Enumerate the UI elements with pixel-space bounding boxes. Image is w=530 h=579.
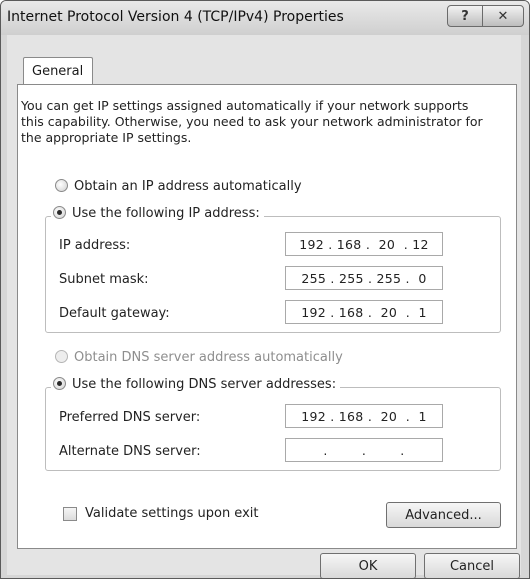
preferred-dns-input[interactable]: 192 . 168 . 20 . 1 — [285, 404, 443, 428]
advanced-button[interactable]: Advanced... — [386, 502, 501, 528]
cancel-button[interactable]: Cancel — [424, 553, 520, 578]
subnet-mask-input[interactable]: 255 . 255 . 255 . 0 — [285, 266, 443, 290]
obtain-dns-auto-radio[interactable] — [55, 350, 68, 363]
default-gateway-input[interactable]: 192 . 168 . 20 . 1 — [285, 300, 443, 324]
use-dns-manual-radio[interactable] — [53, 377, 66, 390]
alternate-dns-label: Alternate DNS server: — [59, 444, 201, 459]
validate-label: Validate settings upon exit — [85, 506, 259, 521]
use-dns-manual-label: Use the following DNS server addresses: — [72, 377, 337, 392]
obtain-ip-auto-label: Obtain an IP address automatically — [74, 179, 302, 194]
ok-button[interactable]: OK — [320, 553, 416, 578]
intro-text: You can get IP settings assigned automat… — [21, 98, 483, 145]
use-ip-manual-label: Use the following IP address: — [72, 206, 260, 221]
ipv4-properties-dialog: Internet Protocol Version 4 (TCP/IPv4) P… — [0, 0, 530, 579]
use-dns-manual-option[interactable]: Use the following DNS server addresses: — [51, 377, 341, 392]
close-button[interactable]: ✕ — [482, 5, 524, 27]
close-icon: ✕ — [497, 8, 509, 24]
help-button[interactable]: ? — [447, 5, 483, 27]
default-gateway-label: Default gateway: — [59, 306, 170, 321]
use-ip-manual-radio[interactable] — [53, 206, 66, 219]
preferred-dns-label: Preferred DNS server: — [59, 410, 201, 425]
use-ip-manual-option[interactable]: Use the following IP address: — [51, 206, 264, 221]
ip-address-label: IP address: — [59, 238, 131, 253]
validate-checkbox[interactable] — [63, 507, 77, 521]
tab-general[interactable]: General — [23, 57, 93, 85]
obtain-dns-auto-option[interactable]: Obtain DNS server address automatically — [55, 350, 343, 365]
help-icon: ? — [461, 8, 469, 24]
window-title: Internet Protocol Version 4 (TCP/IPv4) P… — [7, 9, 344, 25]
ip-address-input[interactable]: 192 . 168 . 20 . 12 — [285, 232, 443, 256]
alternate-dns-input[interactable]: . . . — [285, 438, 443, 462]
obtain-ip-auto-option[interactable]: Obtain an IP address automatically — [55, 179, 302, 194]
obtain-ip-auto-radio[interactable] — [55, 179, 68, 192]
title-bar: Internet Protocol Version 4 (TCP/IPv4) P… — [1, 1, 529, 35]
obtain-dns-auto-label: Obtain DNS server address automatically — [74, 350, 343, 365]
subnet-mask-label: Subnet mask: — [59, 272, 149, 287]
